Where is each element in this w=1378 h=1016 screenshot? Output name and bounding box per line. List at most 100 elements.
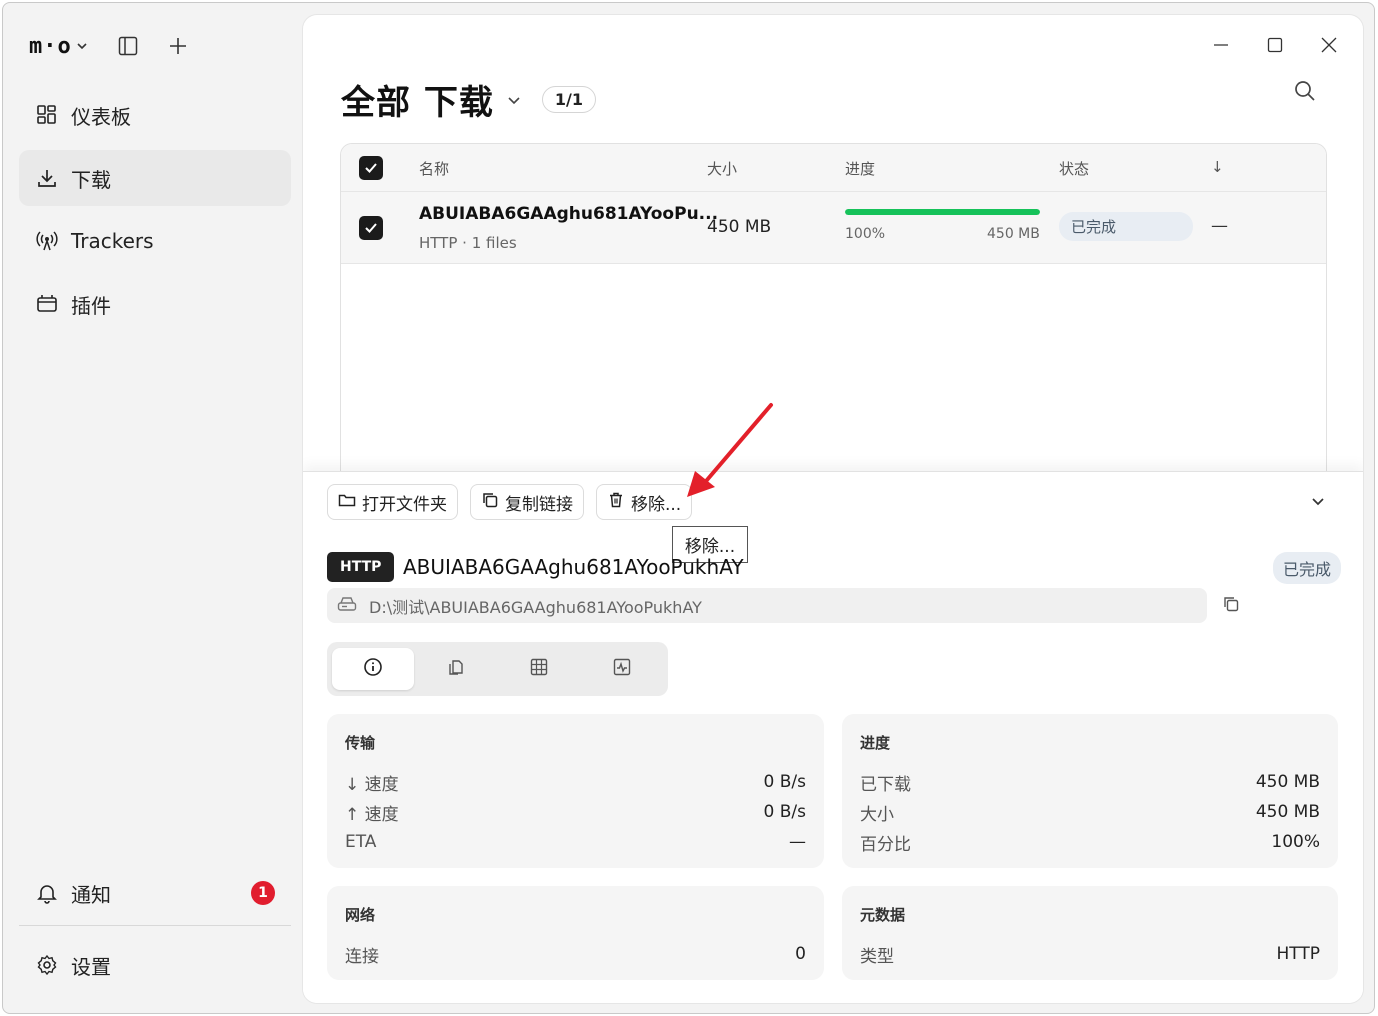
chevron-down-icon[interactable] xyxy=(72,32,92,60)
tab-info[interactable] xyxy=(332,648,414,690)
kv-row: 已下载 450 MB xyxy=(860,767,1320,797)
brand-row: m·o xyxy=(29,31,192,61)
kv-key: ETA xyxy=(345,832,377,852)
tab-activity[interactable] xyxy=(581,648,663,690)
copy-link-label: 复制链接 xyxy=(505,494,573,515)
sidebar-item-trackers[interactable]: Trackers xyxy=(19,213,291,269)
sidebar-item-plugins[interactable]: 插件 xyxy=(19,276,291,332)
tab-grid[interactable] xyxy=(498,648,580,690)
path-field[interactable]: D:\测试\ABUIABA6GAAghu681AYooPukhAY xyxy=(327,588,1207,623)
chevron-down-icon[interactable] xyxy=(1309,492,1333,516)
copy-link-button[interactable]: 复制链接 xyxy=(470,484,584,520)
detail-title: ABUIABA6GAAghu681AYooPukhAY xyxy=(403,555,744,579)
sidebar-item-label: 仪表板 xyxy=(71,104,131,129)
card-title: 元数据 xyxy=(860,906,906,924)
remove-button[interactable]: 移除... xyxy=(596,484,693,520)
chevron-down-icon[interactable] xyxy=(500,86,528,114)
column-header-name[interactable]: 名称 xyxy=(419,158,449,179)
copy-path-icon[interactable] xyxy=(1221,594,1245,618)
sidebar-item-label: 通知 xyxy=(71,882,111,907)
row-extra: — xyxy=(1211,216,1228,236)
sidebar-item-dashboard[interactable]: 仪表板 xyxy=(19,87,291,143)
sidebar-divider xyxy=(19,925,291,926)
sidebar-item-downloads[interactable]: 下载 xyxy=(19,150,291,206)
path-text: D:\测试\ABUIABA6GAAghu681AYooPukhAY xyxy=(369,597,702,617)
kv-value: 0 xyxy=(795,944,806,964)
notifications-row[interactable]: 通知 1 xyxy=(19,865,291,921)
bell-icon xyxy=(35,881,59,905)
plugin-icon xyxy=(35,292,59,316)
sidebar-item-label: 下载 xyxy=(71,167,111,192)
antenna-icon xyxy=(35,229,59,253)
minimize-icon[interactable] xyxy=(1205,31,1237,59)
app-logo[interactable]: m·o xyxy=(29,34,72,59)
window-controls xyxy=(1205,31,1345,59)
kv-key: 已下载 xyxy=(860,774,911,795)
settings-row[interactable]: 设置 xyxy=(19,937,291,993)
page-title[interactable]: 全部 下载 xyxy=(341,75,494,124)
tab-files[interactable] xyxy=(415,648,497,690)
kv-row: 类型 HTTP xyxy=(860,939,1320,969)
card-title: 进度 xyxy=(860,734,891,752)
progress-card: 进度 已下载 450 MB 大小 450 MB 百分比 100% xyxy=(842,714,1338,868)
metadata-card: 元数据 类型 HTTP xyxy=(842,886,1338,980)
select-all-checkbox[interactable] xyxy=(359,156,383,180)
sidebar-item-label: Trackers xyxy=(71,229,154,253)
kv-row: ↓ 速度 0 B/s xyxy=(345,767,806,797)
download-icon xyxy=(35,166,59,190)
remove-label: 移除... xyxy=(631,494,682,515)
card-title: 网络 xyxy=(345,906,376,924)
row-checkbox[interactable] xyxy=(359,216,383,240)
table-header: 名称 大小 进度 状态 ↓ xyxy=(341,144,1326,192)
sidebar-toggle-icon[interactable] xyxy=(114,32,142,60)
sidebar-item-label: 插件 xyxy=(71,293,111,318)
row-progress-bar xyxy=(845,209,1040,215)
network-card: 网络 连接 0 xyxy=(327,886,824,980)
status-badge: 已完成 xyxy=(1272,552,1341,584)
drive-icon xyxy=(337,595,357,617)
kv-value: 100% xyxy=(1271,832,1320,852)
open-folder-button[interactable]: 打开文件夹 xyxy=(327,484,458,520)
column-header-sort[interactable]: ↓ xyxy=(1211,158,1224,176)
kv-row: 百分比 100% xyxy=(860,827,1320,857)
kv-value: 450 MB xyxy=(1255,772,1320,792)
sidebar-item-settings[interactable]: 设置 xyxy=(19,937,291,1000)
downloads-table: 名称 大小 进度 状态 ↓ ABUIABA6GAAghu681AYooPu...… xyxy=(340,143,1327,483)
column-header-size[interactable]: 大小 xyxy=(707,158,737,179)
page-header: 全部 下载 1/1 xyxy=(341,75,596,124)
table-row[interactable]: ABUIABA6GAAghu681AYooPu... HTTP · 1 file… xyxy=(341,192,1326,264)
sidebar-nav: 仪表板 下载 Trackers 插件 xyxy=(19,87,291,339)
kv-row: 连接 0 xyxy=(345,939,806,969)
status-badge: 已完成 xyxy=(1059,212,1193,241)
kv-row: ETA — xyxy=(345,827,806,857)
protocol-tag: HTTP xyxy=(327,552,395,582)
sidebar-item-notifications[interactable]: 通知 1 xyxy=(19,865,291,928)
card-title: 传输 xyxy=(345,734,376,752)
detail-tabs xyxy=(327,642,668,696)
maximize-icon[interactable] xyxy=(1259,31,1291,59)
kv-value: 450 MB xyxy=(1255,802,1320,822)
row-progress-size: 450 MB xyxy=(987,226,1040,242)
kv-key: 类型 xyxy=(860,946,894,967)
info-icon xyxy=(363,657,383,681)
column-header-progress[interactable]: 进度 xyxy=(845,158,875,179)
row-name: ABUIABA6GAAghu681AYooPu... xyxy=(419,204,719,224)
kv-value: 0 B/s xyxy=(763,772,806,792)
copy-icon xyxy=(481,491,499,514)
grid-icon xyxy=(529,657,549,681)
row-progress-percent: 100% xyxy=(845,226,886,242)
kv-value: — xyxy=(789,832,806,852)
kv-key: 连接 xyxy=(345,946,379,967)
kv-value: HTTP xyxy=(1276,944,1320,964)
main-panel: 全部 下载 1/1 名称 大小 进度 状态 ↓ ABUIABA6GAAghu68… xyxy=(303,15,1363,1003)
row-progress-fill xyxy=(845,209,1040,215)
detail-pane: 打开文件夹 复制链接 移除... 移除... HTTP ABUIABA6GAAg… xyxy=(303,471,1363,1003)
search-icon[interactable] xyxy=(1293,79,1323,109)
files-icon xyxy=(446,657,466,681)
kv-key: ↑ 速度 xyxy=(345,804,399,825)
kv-row: 大小 450 MB xyxy=(860,797,1320,827)
close-icon[interactable] xyxy=(1313,31,1345,59)
column-header-status[interactable]: 状态 xyxy=(1059,158,1089,179)
gear-icon xyxy=(35,953,59,977)
add-icon[interactable] xyxy=(164,32,192,60)
